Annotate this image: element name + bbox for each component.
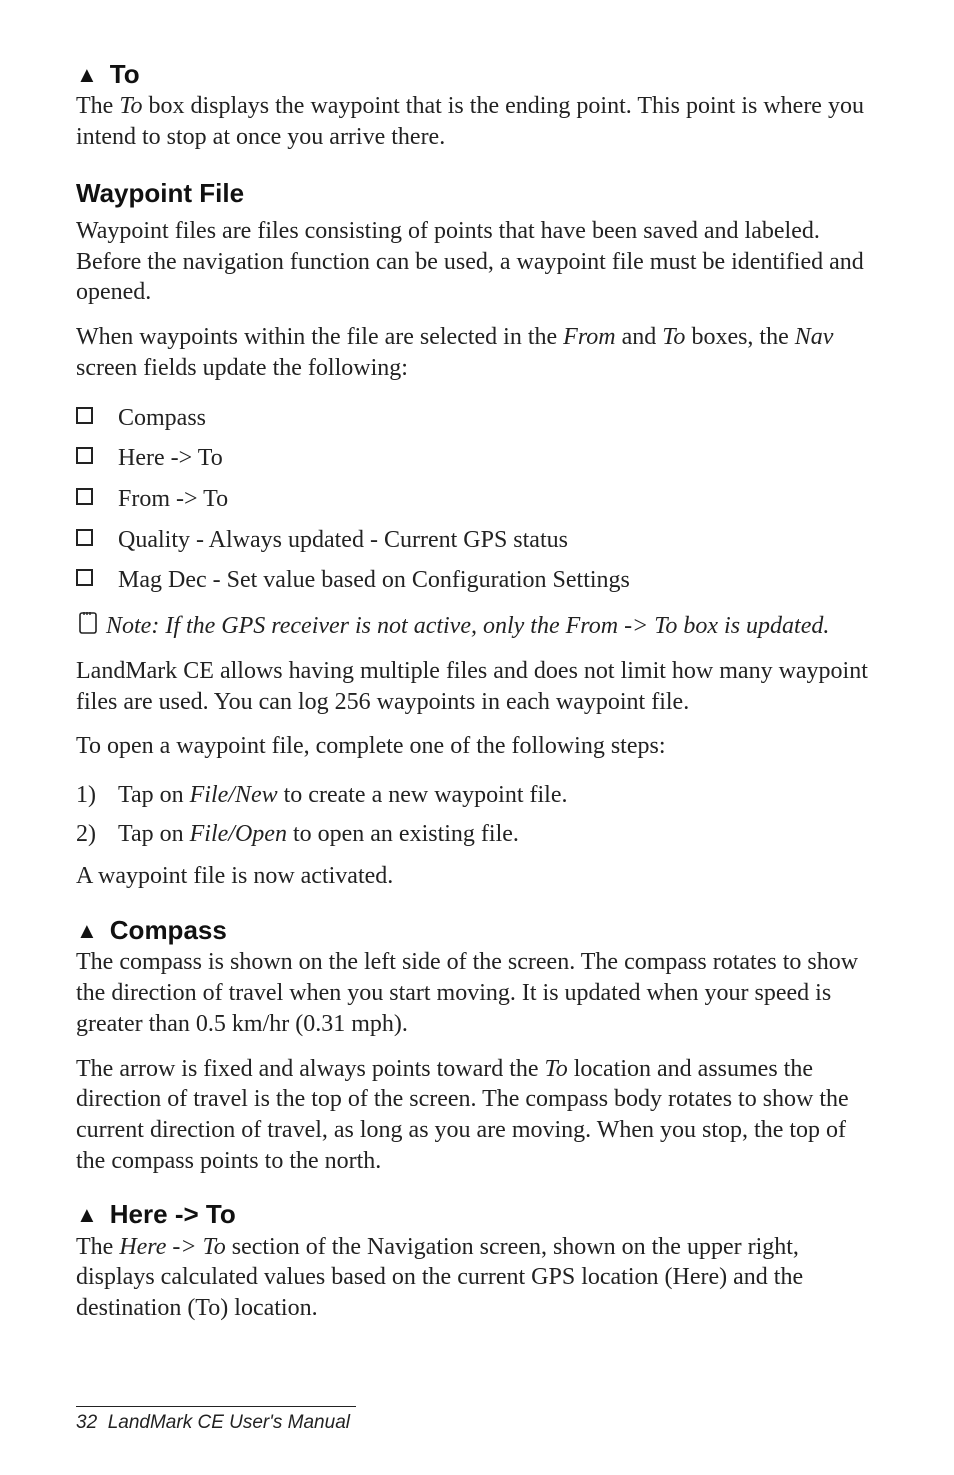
bullet-text: Quality - Always updated - Current GPS s… (118, 527, 568, 553)
waypoint-p1: Waypoint files are files consisting of p… (76, 216, 878, 308)
step-num: 2) (76, 819, 96, 850)
bullet-magdec: Mag Dec - Set value based on Configurati… (76, 560, 878, 601)
checkbox-icon (76, 569, 93, 586)
heading-to-text: To (110, 59, 140, 89)
note-text: Note: If the GPS receiver is not active,… (106, 613, 829, 639)
bullet-from-to: From -> To (76, 479, 878, 520)
checkbox-icon (76, 529, 93, 546)
heading-compass: ▲ Compass (76, 914, 878, 947)
compass-p2: The arrow is fixed and always points tow… (76, 1054, 878, 1177)
waypoint-p3: LandMark CE allows having multiple files… (76, 656, 878, 717)
note-icon (76, 609, 100, 635)
footer-text: 32 LandMark CE User's Manual (76, 1411, 356, 1435)
step-post: to create a new waypoint file. (278, 782, 568, 808)
wp2-post: boxes, the (685, 324, 794, 350)
compass-p2-em: To (545, 1056, 568, 1082)
waypoint-steps: 1) Tap on File/New to create a new waypo… (76, 776, 878, 853)
footer-rule (76, 1406, 356, 1407)
step-pre: Tap on (118, 782, 190, 808)
ht-p1-pre: The (76, 1234, 119, 1260)
to-em: To (119, 93, 142, 119)
compass-p2-pre: The arrow is fixed and always points tow… (76, 1056, 545, 1082)
step-pre: Tap on (118, 821, 190, 847)
wp2-from: From (563, 324, 615, 350)
step-2: 2) Tap on File/Open to open an existing … (76, 815, 878, 854)
step-num: 1) (76, 780, 96, 811)
triangle-icon: ▲ (76, 1201, 98, 1229)
waypoint-p4: To open a waypoint file, complete one of… (76, 731, 878, 762)
bullet-text: Here -> To (118, 445, 223, 471)
wp2-nav: Nav (795, 324, 834, 350)
heading-waypoint-file: Waypoint File (76, 177, 878, 210)
step-em: File/New (190, 782, 278, 808)
to-body: The To box displays the waypoint that is… (76, 91, 878, 152)
page: ▲ To The To box displays the waypoint tha… (0, 0, 954, 1475)
checkbox-icon (76, 447, 93, 464)
wp2-mid: and (616, 324, 663, 350)
step-em: File/Open (190, 821, 287, 847)
checkbox-icon (76, 407, 93, 424)
here-to-p1: The Here -> To section of the Navigation… (76, 1232, 878, 1324)
waypoint-p2: When waypoints within the file are selec… (76, 322, 878, 383)
heading-compass-text: Compass (110, 915, 227, 945)
wp2-pre: When waypoints within the file are selec… (76, 324, 563, 350)
waypoint-p5: A waypoint file is now activated. (76, 861, 878, 892)
heading-to: ▲ To (76, 58, 878, 91)
footer-title: LandMark CE User's Manual (108, 1412, 350, 1433)
bullet-text: From -> To (118, 486, 228, 512)
step-post: to open an existing file. (287, 821, 519, 847)
wp2-end: screen fields update the following: (76, 355, 408, 381)
checkbox-icon (76, 488, 93, 505)
heading-here-to-text: Here -> To (110, 1199, 236, 1229)
step-1: 1) Tap on File/New to create a new waypo… (76, 776, 878, 815)
compass-p1: The compass is shown on the left side of… (76, 947, 878, 1039)
bullet-compass: Compass (76, 398, 878, 439)
ht-p1-em: Here -> To (119, 1234, 225, 1260)
footer: 32 LandMark CE User's Manual (76, 1406, 356, 1435)
wp2-to: To (662, 324, 685, 350)
triangle-icon: ▲ (76, 917, 98, 945)
bullet-text: Mag Dec - Set value based on Configurati… (118, 567, 630, 593)
footer-page-num: 32 (76, 1412, 97, 1433)
note-row: Note: If the GPS receiver is not active,… (76, 609, 878, 642)
bullet-here-to: Here -> To (76, 438, 878, 479)
triangle-icon: ▲ (76, 61, 98, 89)
bullet-quality: Quality - Always updated - Current GPS s… (76, 520, 878, 561)
waypoint-bullets: Compass Here -> To From -> To Quality - … (76, 398, 878, 602)
heading-here-to: ▲ Here -> To (76, 1198, 878, 1231)
bullet-text: Compass (118, 405, 206, 431)
